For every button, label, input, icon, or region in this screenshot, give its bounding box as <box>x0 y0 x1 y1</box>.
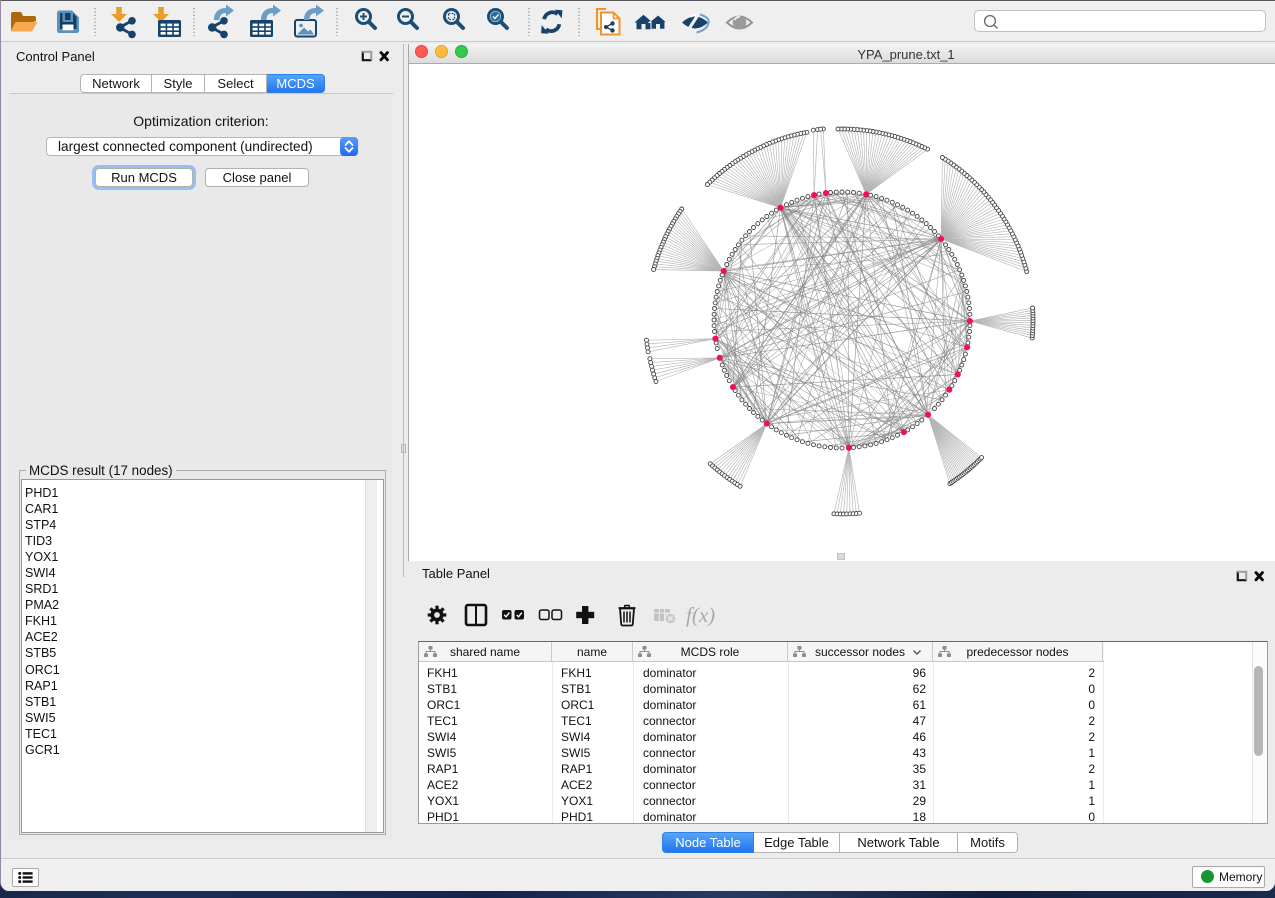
svg-text:f(x): f(x) <box>686 603 715 627</box>
